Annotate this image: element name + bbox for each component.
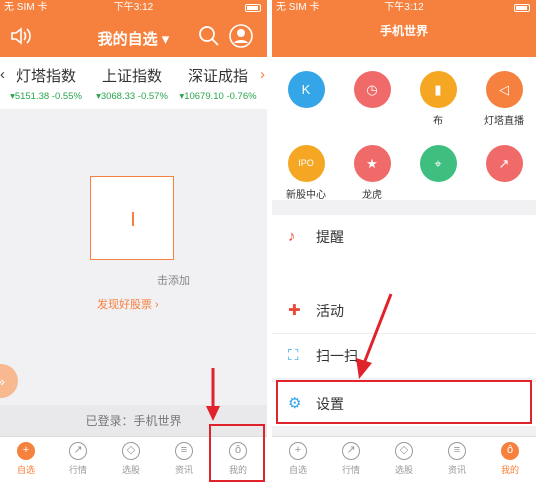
tab-news[interactable]: ≡ 资讯 <box>158 442 210 476</box>
index-item[interactable]: 灯塔指数 ▾5151.38 -0.55% <box>2 65 90 102</box>
status-bar: 无 SIM 卡 下午3:12 <box>0 0 267 16</box>
header-bar: 无 SIM 卡 下午3:12 我的自选 ▾ <box>0 0 267 57</box>
location-icon: ⌖ <box>419 145 457 182</box>
menu-spacer <box>272 259 536 291</box>
feature-item[interactable]: ◁ 灯塔直播 <box>473 71 535 127</box>
watchlist-empty: 击添加 发现好股票 › » <box>0 109 267 405</box>
feature-item[interactable]: ★ 龙虎 <box>341 145 403 201</box>
plus-icon: + <box>17 442 35 460</box>
chevron-right-icon[interactable]: › <box>260 66 265 83</box>
highlight-box <box>276 380 532 424</box>
search-icon[interactable] <box>198 25 220 52</box>
index-item[interactable]: 深证成指 ▾10679.10 -0.76% <box>174 65 262 102</box>
menu-item-activity[interactable]: ✚ 活动 <box>272 289 536 333</box>
feature-item[interactable]: IPO 新股中心 <box>275 145 337 201</box>
index-name: 灯塔指数 <box>15 68 76 85</box>
tab-bar: + 自选 ↗ 行情 ◇ 选股 ≡ 资讯 ô 我的 <box>272 436 536 486</box>
double-chevron-icon[interactable]: » <box>0 364 18 398</box>
page-title: 手机世界 <box>379 24 428 38</box>
add-placeholder <box>132 212 134 226</box>
menu-item-scan[interactable]: ⛶ 扫一扫 <box>272 334 536 378</box>
plus-icon: + <box>289 442 307 460</box>
list-icon: ≡ <box>448 442 466 460</box>
add-stock-button[interactable] <box>90 176 174 260</box>
bars-icon: ▮ <box>419 71 457 108</box>
tab-watchlist[interactable]: + 自选 <box>272 442 324 476</box>
battery-icon <box>514 4 530 12</box>
tab-mine[interactable]: ô 我的 <box>484 442 536 476</box>
right-screen: 无 SIM 卡 下午3:12 手机世界 K ◷ ▮ 布 ◁ 灯塔直播 IPO 新… <box>272 0 536 486</box>
scan-icon: ⛶ <box>288 347 299 364</box>
gift-icon: ✚ <box>288 302 301 319</box>
index-value: ▾5151.38 -0.55% <box>10 91 82 102</box>
index-name: 深证成指 <box>187 68 248 85</box>
header-bar: 无 SIM 卡 下午3:12 手机世界 <box>272 0 536 57</box>
tab-market[interactable]: ↗ 行情 <box>52 442 104 476</box>
trend-icon: ↗ <box>69 442 87 460</box>
feature-grid: K ◷ ▮ 布 ◁ 灯塔直播 IPO 新股中心 ★ 龙虎 ⌖ ↗ <box>272 57 536 201</box>
page-title[interactable]: 我的自选 ▾ <box>0 28 267 49</box>
add-hint: 击添加 <box>157 275 190 287</box>
tab-picker[interactable]: ◇ 选股 <box>105 442 157 476</box>
k-line-icon: K <box>287 71 325 108</box>
battery-icon <box>245 4 261 12</box>
menu-item-reminder[interactable]: ♪ 提醒 <box>272 215 536 259</box>
index-name: 上证指数 <box>101 68 162 85</box>
ipo-icon: IPO <box>287 145 325 182</box>
user-icon[interactable] <box>229 24 253 53</box>
feature-item[interactable]: ▮ 布 <box>407 71 469 127</box>
feature-item[interactable]: ◷ <box>341 71 403 112</box>
speaker-icon: ◁ <box>485 71 523 108</box>
discover-link[interactable]: 发现好股票 › <box>97 296 159 312</box>
tab-market[interactable]: ↗ 行情 <box>325 442 377 476</box>
index-value: ▾3068.33 -0.57% <box>96 91 168 102</box>
arrow-down-left-icon <box>356 293 393 379</box>
feature-item[interactable]: ⌖ <box>407 145 469 186</box>
index-ticker: ‹ 灯塔指数 ▾5151.38 -0.55% 上证指数 ▾3068.33 -0.… <box>0 57 267 109</box>
star-icon: ★ <box>353 145 391 182</box>
list-icon: ≡ <box>175 442 193 460</box>
status-bar: 无 SIM 卡 下午3:12 <box>272 0 536 16</box>
user-icon: ô <box>501 442 519 460</box>
compass-icon: ◇ <box>395 442 413 460</box>
highlight-box <box>209 424 265 482</box>
clock-icon: ◷ <box>353 71 391 108</box>
feature-item[interactable]: ↗ <box>473 145 535 186</box>
tab-news[interactable]: ≡ 资讯 <box>431 442 483 476</box>
trend-icon: ↗ <box>342 442 360 460</box>
index-item[interactable]: 上证指数 ▾3068.33 -0.57% <box>88 65 176 102</box>
arrow-down-icon <box>206 368 220 421</box>
status-time: 下午3:12 <box>384 2 424 13</box>
trend-icon: ↗ <box>485 145 523 182</box>
left-screen: 无 SIM 卡 下午3:12 我的自选 ▾ ‹ 灯塔指数 ▾5151.38 -0… <box>0 0 267 486</box>
status-time: 下午3:12 <box>113 2 154 13</box>
index-value: ▾10679.10 -0.76% <box>179 91 257 102</box>
bell-icon: ♪ <box>288 228 296 245</box>
compass-icon: ◇ <box>122 442 140 460</box>
tab-watchlist[interactable]: + 自选 <box>0 442 52 476</box>
feature-item[interactable]: K <box>275 71 337 112</box>
tab-picker[interactable]: ◇ 选股 <box>378 442 430 476</box>
